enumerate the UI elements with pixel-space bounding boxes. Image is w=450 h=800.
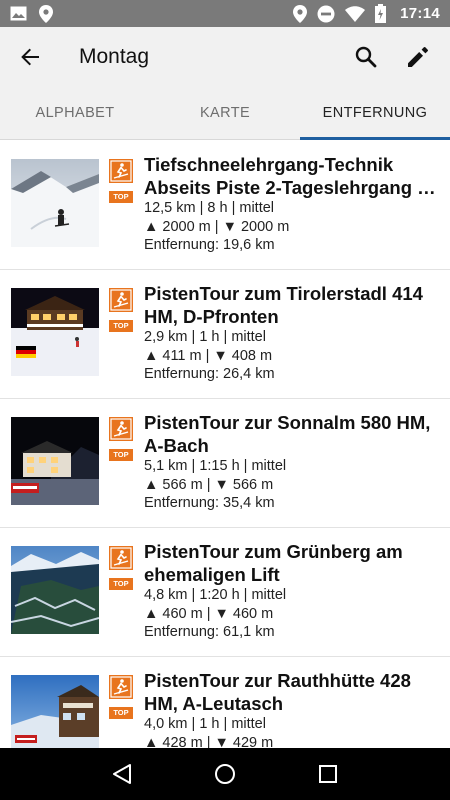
- tour-thumbnail: [11, 417, 99, 505]
- clock: 17:14: [400, 5, 440, 22]
- tab-karte[interactable]: KARTE: [150, 87, 300, 139]
- tab-bar: ALPHABET KARTE ENTFERNUNG: [0, 87, 450, 140]
- search-icon: [355, 46, 377, 68]
- tour-thumbnail: [11, 159, 99, 247]
- location-icon: [39, 4, 53, 23]
- tour-elevation: ▲ 2000 m | ▼ 2000 m: [144, 218, 290, 235]
- tour-distance: Entfernung: 35,4 km: [144, 495, 275, 511]
- nav-home-button[interactable]: [200, 749, 250, 799]
- tour-distance: Entfernung: 19,6 km: [144, 237, 275, 253]
- tour-title: PistenTour zum Tirolerstadl 414 HM, D-Pf…: [144, 283, 423, 327]
- ski-touring-icon: [109, 675, 133, 699]
- ski-touring-icon: [109, 546, 133, 570]
- top-badge: TOP: [109, 320, 133, 332]
- tour-distance: Entfernung: 61,1 km: [144, 624, 275, 640]
- top-badge: TOP: [109, 578, 133, 590]
- tour-thumbnail: [11, 546, 99, 634]
- arrow-back-icon: [21, 48, 39, 66]
- app-bar: Montag: [0, 27, 450, 87]
- tour-stats: 4,8 km | 1:20 h | mittel: [144, 587, 287, 603]
- tour-list[interactable]: TOP Tiefschneelehrgang-Technik Abseits P…: [0, 141, 450, 748]
- top-badge: TOP: [109, 449, 133, 461]
- tour-thumbnail: [11, 288, 99, 376]
- tour-elevation: ▲ 566 m | ▼ 566 m: [144, 476, 274, 493]
- home-circle-icon: [214, 764, 235, 784]
- tab-entfernung[interactable]: ENTFERNUNG: [300, 87, 450, 140]
- tour-title: PistenTour zur Sonnalm 580 HM, A-Bach: [144, 412, 431, 456]
- top-badge: TOP: [109, 707, 133, 719]
- status-bar: 17:14: [0, 0, 450, 27]
- battery-icon: [375, 4, 387, 23]
- ski-touring-icon: [109, 288, 133, 312]
- tour-stats: 5,1 km | 1:15 h | mittel: [144, 458, 287, 474]
- edit-button[interactable]: [392, 27, 444, 87]
- list-item[interactable]: TOP PistenTour zur Rauthhütte 428 HM, A-…: [0, 657, 450, 748]
- ski-touring-icon: [109, 417, 133, 441]
- tour-elevation: ▲ 428 m | ▼ 429 m: [144, 734, 274, 749]
- search-button[interactable]: [340, 27, 392, 87]
- tour-stats: 2,9 km | 1 h | mittel: [144, 329, 266, 345]
- image-icon: [10, 6, 27, 21]
- ski-touring-icon: [109, 159, 133, 183]
- nav-back-button[interactable]: [97, 749, 147, 799]
- system-nav-bar: [0, 748, 450, 800]
- wifi-icon: [345, 5, 366, 22]
- tour-distance: Entfernung: 26,4 km: [144, 366, 275, 382]
- tour-title: PistenTour zum Grünberg am ehemaligen Li…: [144, 541, 403, 585]
- nav-recents-button[interactable]: [303, 749, 353, 799]
- tour-thumbnail: [11, 675, 99, 748]
- tour-elevation: ▲ 411 m | ▼ 408 m: [144, 347, 273, 364]
- tour-title: PistenTour zur Rauthhütte 428 HM, A-Leut…: [144, 670, 411, 714]
- list-item[interactable]: TOP PistenTour zum Tirolerstadl 414 HM, …: [0, 270, 450, 399]
- location-icon: [293, 4, 308, 23]
- tour-elevation: ▲ 460 m | ▼ 460 m: [144, 605, 274, 622]
- list-item[interactable]: TOP PistenTour zum Grünberg am ehemalige…: [0, 528, 450, 657]
- recents-square-icon: [319, 765, 338, 783]
- tour-stats: 12,5 km | 8 h | mittel: [144, 200, 275, 216]
- tab-alphabet[interactable]: ALPHABET: [0, 87, 150, 139]
- page-title: Montag: [79, 45, 150, 68]
- tour-stats: 4,0 km | 1 h | mittel: [144, 716, 266, 732]
- edit-icon: [408, 47, 428, 67]
- back-button[interactable]: [0, 27, 60, 87]
- list-item[interactable]: TOP Tiefschneelehrgang-Technik Abseits P…: [0, 141, 450, 270]
- tour-title: Tiefschneelehrgang-Technik Abseits Piste…: [144, 154, 436, 198]
- back-triangle-icon: [112, 764, 131, 784]
- do-not-disturb-icon: [317, 5, 335, 22]
- top-badge: TOP: [109, 191, 133, 203]
- list-item[interactable]: TOP PistenTour zur Sonnalm 580 HM, A-Bac…: [0, 399, 450, 528]
